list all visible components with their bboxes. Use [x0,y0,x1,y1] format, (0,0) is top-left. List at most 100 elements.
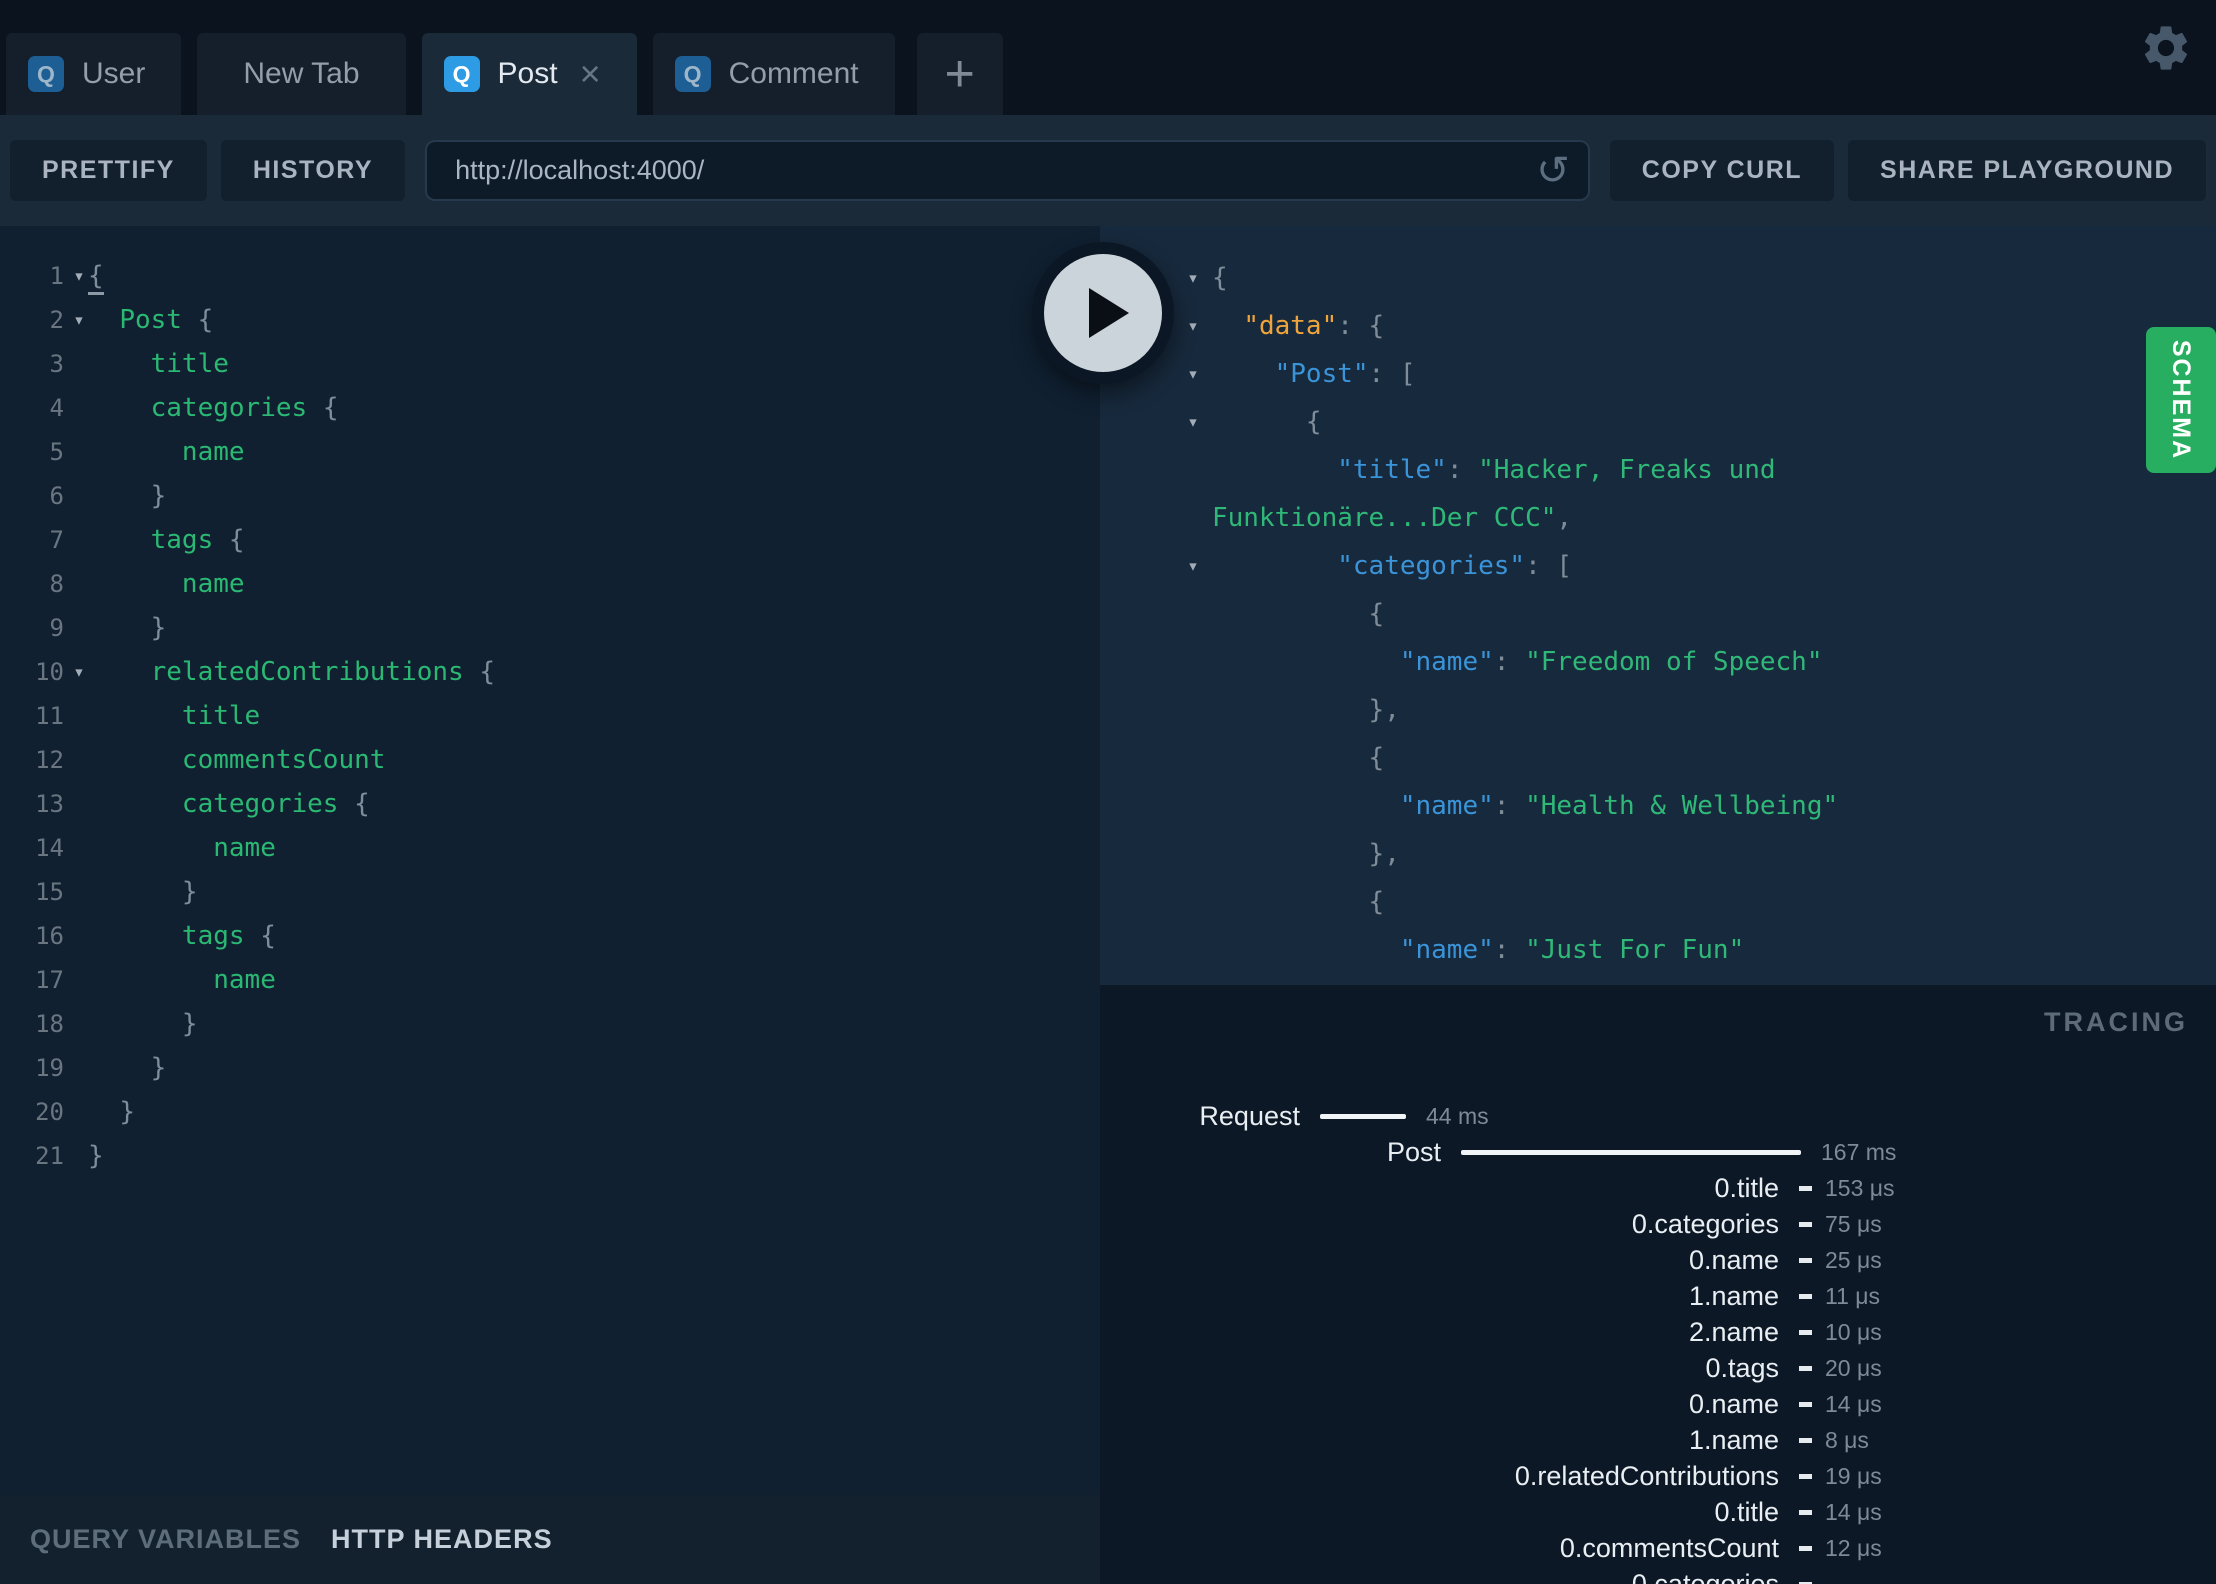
tracing-row: 0.tags 20 μs [1100,1350,2216,1386]
copy-curl-button[interactable]: COPY CURL [1609,140,1835,201]
tracing-dash-icon [1799,1185,1812,1191]
tracing-value: 20 μs [1825,1354,1882,1381]
tracing-dash-icon [1799,1437,1812,1443]
code-token: { [479,657,496,687]
schema-tab[interactable]: SCHEMA [2146,327,2216,473]
tab-label: New Tab [243,57,360,90]
line-number: 2 [49,306,64,334]
endpoint-input[interactable] [427,155,1519,186]
tracing-row: 0.commentsCount 12 μs [1100,1530,2216,1566]
prettify-button[interactable]: PRETTIFY [10,140,207,201]
code-token: } [150,1053,167,1083]
tracing-label: 0.tags [1705,1352,1779,1383]
http-headers-tab[interactable]: HTTP HEADERS [331,1524,553,1555]
response-line: ▾ "categories": [ [1100,542,2216,590]
code-token: : [1493,647,1526,677]
code-token: Post [119,305,182,335]
code-token: { [354,789,370,819]
editor-line: 10 ▾ relatedContributions { [0,650,1100,694]
tracing-title: TRACING [2044,1007,2188,1037]
close-tab-icon[interactable]: × [580,56,601,92]
tracing-dash-icon [1799,1401,1812,1407]
line-number: 12 [35,746,64,774]
tracing-value: 19 μs [1825,1462,1882,1489]
editor-line: 13 categories { [0,782,1100,826]
fold-arrow-icon[interactable]: ▾ [1180,302,1206,350]
query-badge: Q [443,56,480,92]
execute-button[interactable] [1032,242,1174,384]
tab-strip: Q User New Tab Q Post × Q Comment + [6,33,1003,115]
code-token: [ [1399,359,1416,389]
tracing-value: 25 μs [1825,1246,1882,1273]
tracing-label: 0.categories [1631,1568,1779,1584]
tracing-dash-icon [1799,1329,1812,1335]
tracing-value: 12 μs [1825,1534,1882,1561]
share-playground-button[interactable]: SHARE PLAYGROUND [1848,140,2206,201]
response-line: "name": "Freedom of Speech" [1100,638,2216,686]
response-line: ▾{ [1100,254,2216,302]
settings-button[interactable] [2138,20,2194,76]
toolbar: PRETTIFY HISTORY ↺ COPY CURL SHARE PLAYG… [0,115,2216,226]
code-token: tags [181,921,245,951]
history-button[interactable]: HISTORY [220,140,406,201]
tracing-row: 2.name 10 μs [1100,1314,2216,1350]
query-variables-tab[interactable]: QUERY VARIABLES [30,1524,301,1555]
line-number: 5 [49,438,64,466]
line-number: 6 [49,482,64,510]
line-number: 11 [35,702,64,730]
tab-comment[interactable]: Q Comment [652,33,895,115]
code-token: "name" [1399,647,1494,677]
play-icon [1089,288,1129,338]
reload-schema-icon[interactable]: ↺ [1518,151,1588,191]
tracing-value: 44 ms [1426,1102,1489,1129]
tab-post[interactable]: Q Post × [421,33,637,115]
code-token: { [197,305,214,335]
fold-arrow-icon[interactable]: ▾ [64,298,94,342]
bottom-bar: QUERY VARIABLES HTTP HEADERS [0,1495,1100,1584]
code-token: } [181,877,198,907]
fold-arrow-icon[interactable]: ▾ [1180,398,1206,446]
fold-arrow-icon[interactable]: ▾ [1180,254,1206,302]
code-token: : [1493,935,1526,965]
code-token: "name" [1399,935,1494,965]
tracing-dash-icon [1799,1293,1812,1299]
tab-user[interactable]: Q User [6,33,182,115]
fold-arrow-icon[interactable]: ▾ [64,650,94,694]
response-line: "name": "Just For Fun" [1100,926,2216,974]
fold-arrow-icon[interactable]: ▾ [1180,542,1206,590]
tracing-value: 10 μs [1825,1318,1882,1345]
code-token: "Post" [1274,359,1369,389]
response-pane[interactable]: ▾{▾ "data": {▾ "Post": [▾ { "title": "Ha… [1100,226,2216,985]
tracing-dash-icon [1799,1545,1812,1551]
response-line: ▾ "Post": [ [1100,350,2216,398]
code-token: "data" [1243,311,1338,341]
tracing-label: 0.relatedContributions [1514,1460,1779,1491]
fold-arrow-icon[interactable]: ▾ [64,254,94,298]
code-token: { [1368,887,1385,917]
fold-arrow-icon[interactable]: ▾ [1180,350,1206,398]
tracing-label: 0.title [1714,1172,1779,1203]
tracing-value: 14 μs [1825,1498,1882,1525]
query-editor[interactable]: 1 ▾{2 ▾ Post {3 title 4 categories {5 name 6… [0,226,1100,1495]
editor-line: 9 } [0,606,1100,650]
query-badge: Q [674,56,711,92]
new-tab-button[interactable]: + [916,33,1003,115]
tab-new-tab[interactable]: New Tab [197,33,406,115]
tracing-label: 2.name [1688,1316,1779,1347]
